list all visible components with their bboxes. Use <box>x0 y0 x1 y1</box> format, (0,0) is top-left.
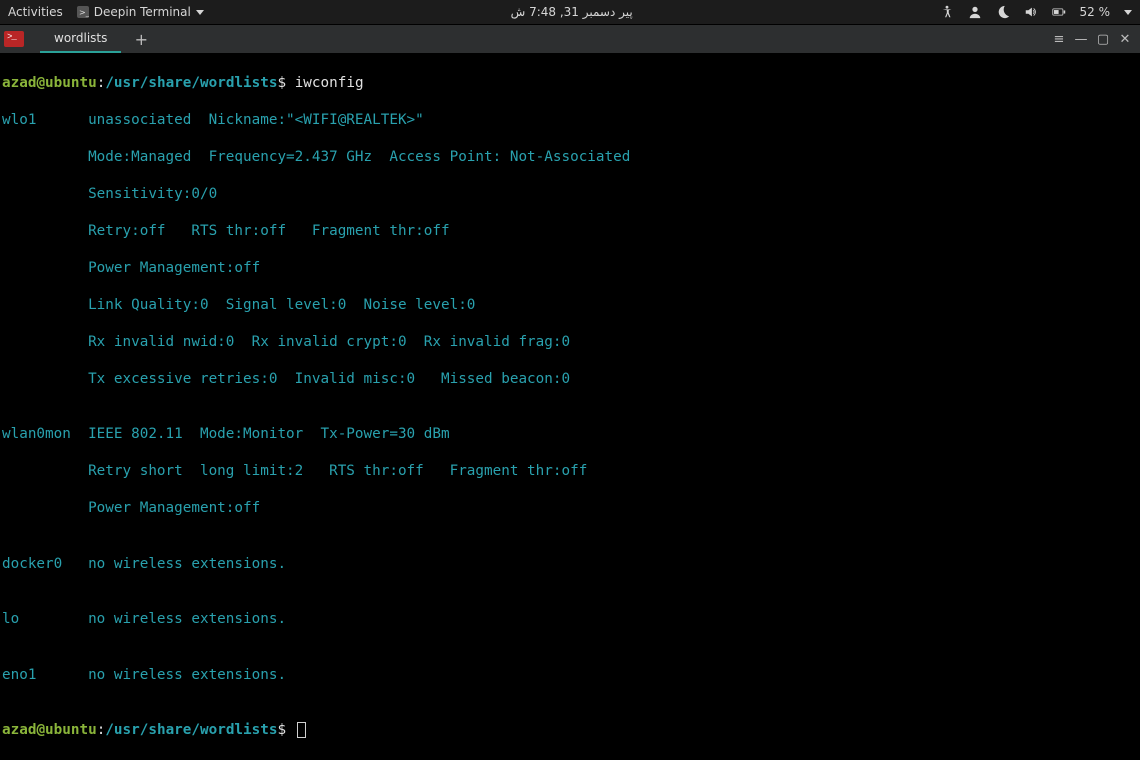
output-line: eno1 no wireless extensions. <box>2 666 1138 685</box>
output-line: Retry:off RTS thr:off Fragment thr:off <box>2 222 1138 241</box>
chevron-down-icon <box>1124 10 1132 15</box>
terminal-tab-bar: wordlists + ≡ — ▢ ✕ <box>0 25 1140 53</box>
battery-icon[interactable] <box>1052 5 1066 19</box>
prompt-at: @ <box>36 75 45 91</box>
output-line: Tx excessive retries:0 Invalid misc:0 Mi… <box>2 370 1138 389</box>
output-line: Power Management:off <box>2 499 1138 518</box>
output-line: Retry short long limit:2 RTS thr:off Fra… <box>2 462 1138 481</box>
output-line: Link Quality:0 Signal level:0 Noise leve… <box>2 296 1138 315</box>
tab-label: wordlists <box>54 31 107 45</box>
cursor-icon <box>297 722 306 738</box>
terminal-app-icon[interactable] <box>4 31 24 47</box>
output-line: docker0 no wireless extensions. <box>2 555 1138 574</box>
chevron-down-icon <box>196 10 204 15</box>
output-line: Rx invalid nwid:0 Rx invalid crypt:0 Rx … <box>2 333 1138 352</box>
clock[interactable]: پیر دسمبر 31, 7:48 ش <box>204 5 940 19</box>
prompt-dollar: $ <box>277 75 294 91</box>
prompt-colon: : <box>97 722 106 738</box>
output-line: Mode:Managed Frequency=2.437 GHz Access … <box>2 148 1138 167</box>
hamburger-menu-icon[interactable]: ≡ <box>1048 28 1070 50</box>
prompt-at: @ <box>36 722 45 738</box>
prompt-dollar: $ <box>277 722 294 738</box>
output-line: Sensitivity:0/0 <box>2 185 1138 204</box>
output-line: Power Management:off <box>2 259 1138 278</box>
prompt-path: /usr/share/wordlists <box>105 722 277 738</box>
output-line: lo no wireless extensions. <box>2 610 1138 629</box>
terminal-icon: >_ <box>77 6 89 18</box>
prompt-line: azad@ubuntu:/usr/share/wordlists$ iwconf… <box>2 74 1138 93</box>
prompt-user: azad <box>2 75 36 91</box>
terminal-viewport[interactable]: azad@ubuntu:/usr/share/wordlists$ iwconf… <box>0 53 1140 760</box>
prompt-path: /usr/share/wordlists <box>105 75 277 91</box>
activities-button[interactable]: Activities <box>8 5 63 19</box>
minimize-button[interactable]: — <box>1070 28 1092 50</box>
prompt-host: ubuntu <box>45 722 97 738</box>
volume-icon[interactable] <box>1024 5 1038 19</box>
maximize-button[interactable]: ▢ <box>1092 28 1114 50</box>
prompt-line: azad@ubuntu:/usr/share/wordlists$ <box>2 721 1138 740</box>
tab-wordlists[interactable]: wordlists <box>40 25 121 53</box>
new-tab-button[interactable]: + <box>127 25 155 53</box>
prompt-user: azad <box>2 722 36 738</box>
command-text: iwconfig <box>295 75 364 91</box>
user-icon[interactable] <box>968 5 982 19</box>
app-menu-label: Deepin Terminal <box>94 5 191 19</box>
battery-percent: 52 % <box>1080 5 1111 19</box>
gnome-top-bar: Activities >_ Deepin Terminal پیر دسمبر … <box>0 0 1140 25</box>
output-line: wlan0mon IEEE 802.11 Mode:Monitor Tx-Pow… <box>2 425 1138 444</box>
svg-text:>_: >_ <box>79 8 89 17</box>
app-menu[interactable]: >_ Deepin Terminal <box>77 5 204 19</box>
prompt-host: ubuntu <box>45 75 97 91</box>
moon-icon[interactable] <box>996 5 1010 19</box>
output-line: wlo1 unassociated Nickname:"<WIFI@REALTE… <box>2 111 1138 130</box>
accessibility-icon[interactable] <box>940 5 954 19</box>
close-button[interactable]: ✕ <box>1114 28 1136 50</box>
